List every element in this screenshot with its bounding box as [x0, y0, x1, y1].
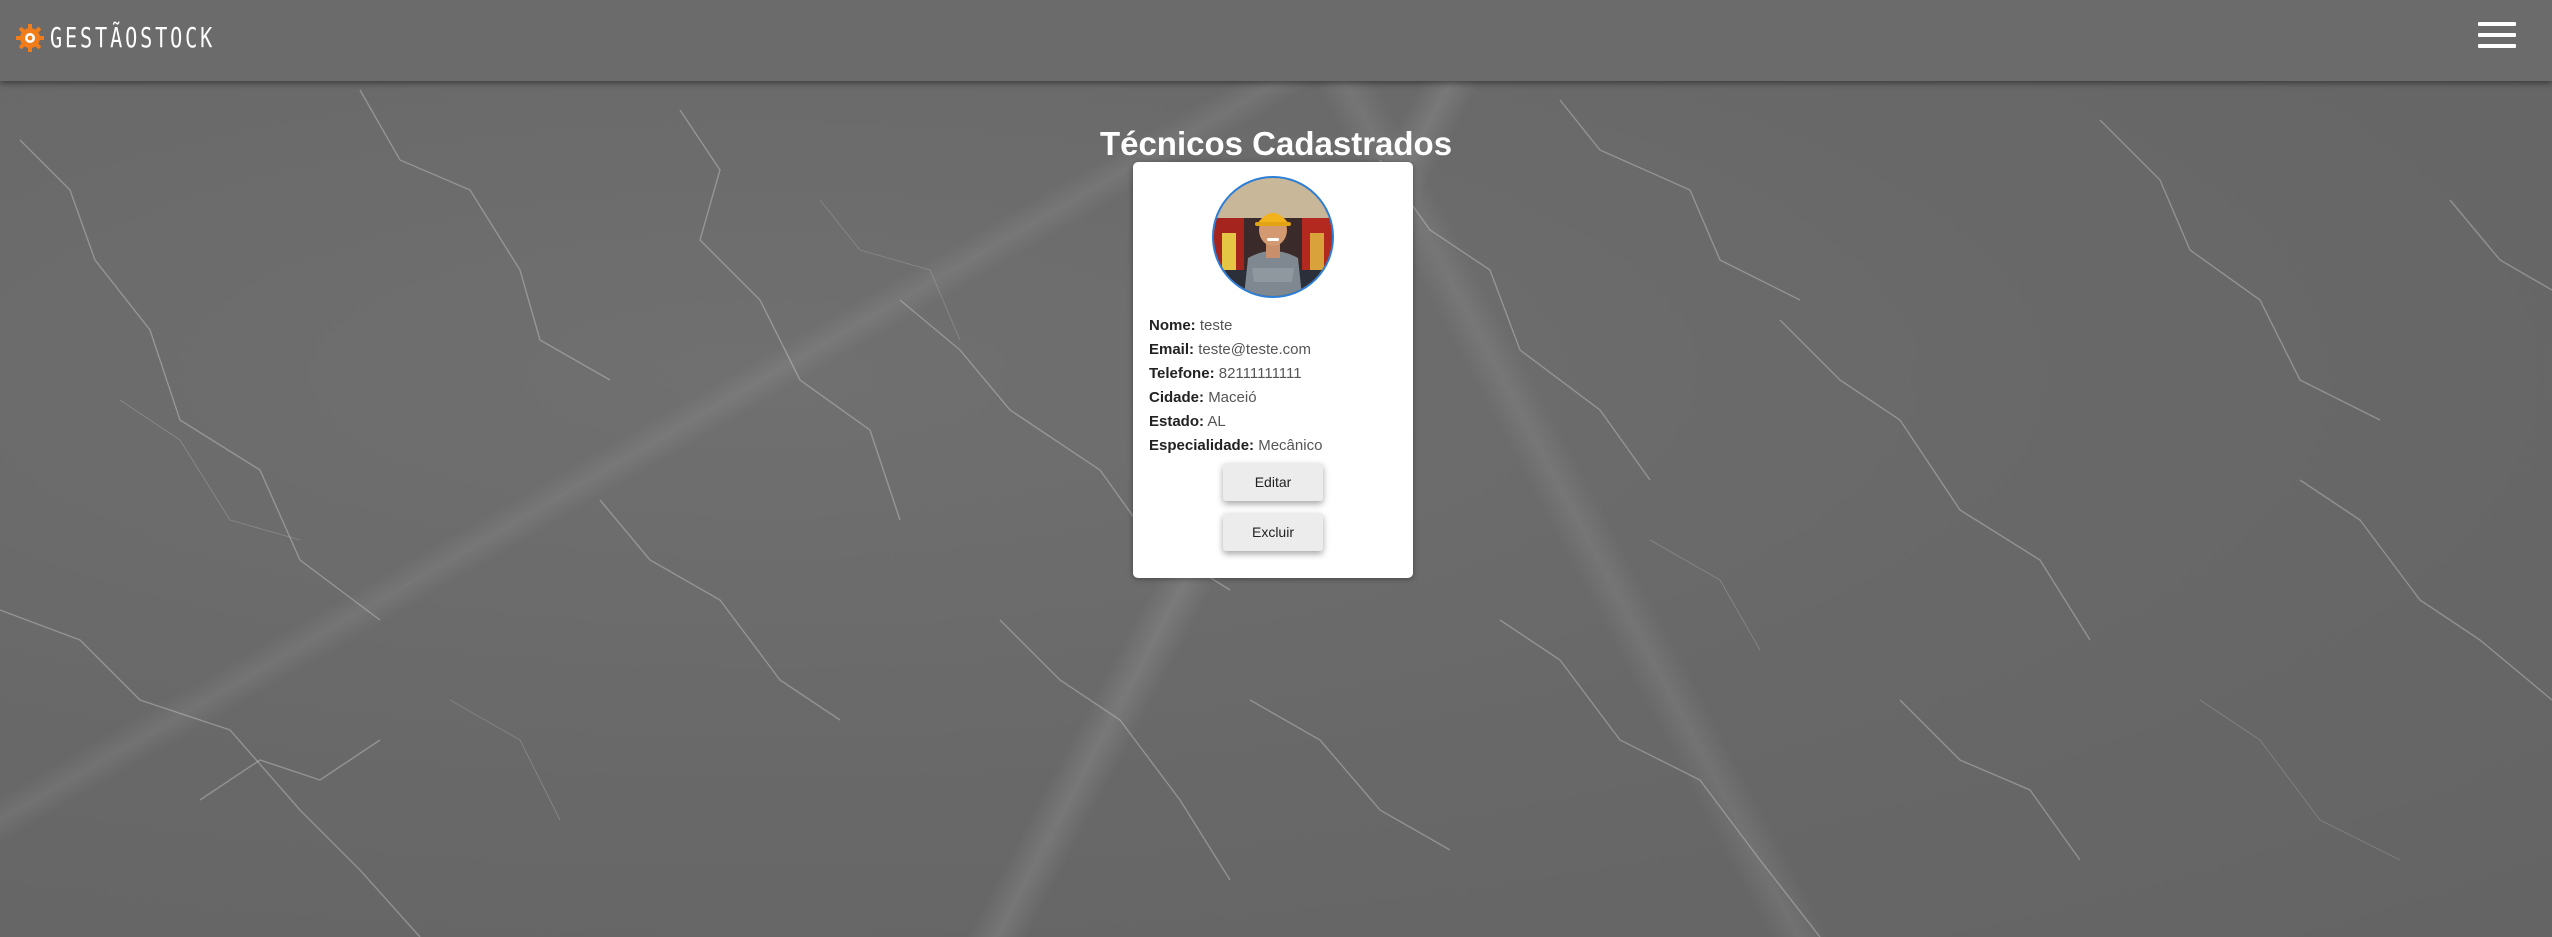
- state-value: AL: [1207, 413, 1226, 430]
- technician-city-row: Cidade: Maceió: [1149, 386, 1405, 410]
- technician-card: Nome: teste Email: teste@teste.com Telef…: [1133, 162, 1413, 578]
- email-label: Email:: [1149, 341, 1195, 358]
- technician-name-row: Nome: teste: [1149, 314, 1405, 338]
- technician-avatar: [1212, 176, 1334, 298]
- phone-label: Telefone:: [1149, 365, 1215, 382]
- hamburger-menu-icon: [2478, 22, 2516, 26]
- technician-email-row: Email: teste@teste.com: [1149, 338, 1405, 362]
- name-value: teste: [1199, 317, 1233, 334]
- top-navigation-bar: GESTÃOSTOCK: [0, 0, 2552, 81]
- technician-state-row: Estado: AL: [1149, 410, 1405, 434]
- specialty-label: Especialidade:: [1149, 437, 1255, 454]
- technician-specialty-row: Especialidade: Mecânico: [1149, 434, 1405, 458]
- city-label: Cidade:: [1149, 389, 1205, 406]
- email-value: teste@teste.com: [1198, 341, 1311, 358]
- edit-button[interactable]: Editar: [1223, 463, 1323, 501]
- brand-name: GESTÃOSTOCK: [50, 21, 216, 54]
- specialty-value: Mecânico: [1258, 437, 1323, 454]
- hamburger-menu-button[interactable]: [2478, 22, 2516, 54]
- name-label: Nome:: [1149, 317, 1196, 334]
- delete-button[interactable]: Excluir: [1223, 513, 1323, 551]
- technician-phone-row: Telefone: 82111111111: [1149, 362, 1405, 386]
- brand-logo[interactable]: GESTÃOSTOCK: [14, 18, 279, 58]
- state-label: Estado:: [1149, 413, 1205, 430]
- phone-value: 82111111111: [1218, 365, 1302, 382]
- technician-photo: [1214, 178, 1332, 296]
- gear-icon: [16, 24, 44, 52]
- page-title: Técnicos Cadastrados: [1099, 125, 1453, 163]
- technician-details: Nome: teste Email: teste@teste.com Telef…: [1149, 314, 1405, 458]
- city-value: Maceió: [1208, 389, 1257, 406]
